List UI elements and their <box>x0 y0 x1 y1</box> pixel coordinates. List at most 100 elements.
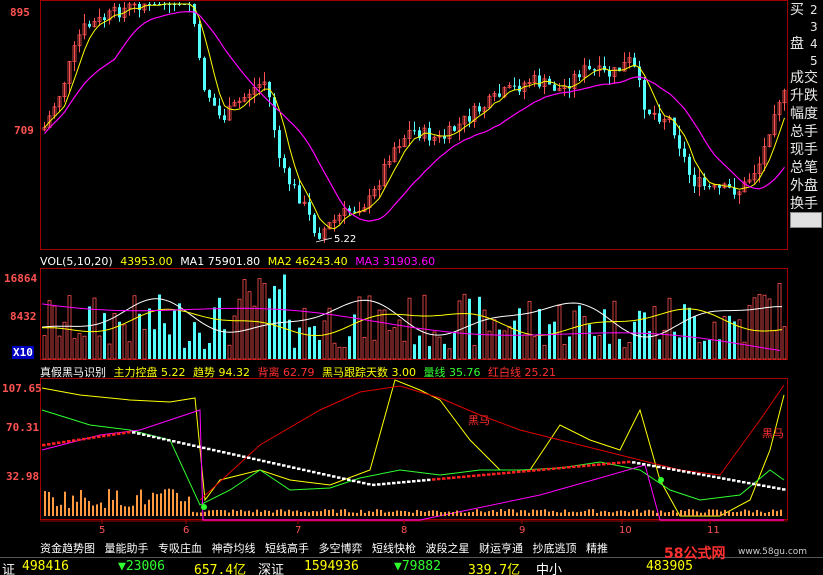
rw-segment-10 <box>92 436 96 439</box>
rw-segment-31 <box>197 445 201 449</box>
volume-bar-62 <box>353 314 356 359</box>
indicator-volume-line <box>41 409 785 506</box>
bottom-bar-74 <box>340 509 342 516</box>
rw-segment-33 <box>207 447 211 451</box>
bottom-bar-64 <box>300 511 302 516</box>
rw-segment-144 <box>762 484 766 488</box>
bottom-bar-124 <box>540 510 542 516</box>
volume-bar-45 <box>268 298 271 359</box>
menu-bull-bear[interactable]: 多空博弈 <box>319 540 363 556</box>
rw-segment-76 <box>422 479 426 482</box>
menu-volume-helper[interactable]: 量能助手 <box>105 540 149 556</box>
menu-fortune[interactable]: 财运亨通 <box>479 540 523 556</box>
volume-bar-65 <box>367 295 372 360</box>
bottom-bar-165 <box>704 512 706 516</box>
rw-segment-66 <box>372 483 376 487</box>
rw-segment-29 <box>187 443 191 446</box>
volume-bar-38 <box>232 315 237 360</box>
volume-bar-14 <box>112 313 117 360</box>
rp-scroll-button[interactable] <box>790 212 822 228</box>
candle-body-48 <box>283 158 286 169</box>
rw-segment-83 <box>457 475 461 479</box>
rw-segment-148 <box>782 488 786 491</box>
bottom-bar-170 <box>724 509 726 516</box>
bottom-bar-126 <box>548 511 550 516</box>
rw-segment-41 <box>247 456 251 460</box>
rw-segment-23 <box>157 436 161 440</box>
bottom-bar-103 <box>456 510 458 516</box>
bottom-bar-142 <box>612 512 614 516</box>
price-ma-long-line <box>44 10 785 222</box>
bottom-bar-2 <box>52 497 54 516</box>
volume-bar-6 <box>72 338 77 360</box>
volume-bar-58 <box>332 342 337 360</box>
bottom-bar-51 <box>248 510 250 516</box>
menu-short-master[interactable]: 短线高手 <box>265 540 309 556</box>
volume-bar-105 <box>568 336 571 359</box>
menu-bottom-top[interactable]: 抄底逃顶 <box>533 540 577 556</box>
bottom-bar-134 <box>580 511 582 516</box>
volume-bar-25 <box>168 334 171 359</box>
rw-segment-111 <box>597 463 601 466</box>
rw-segment-91 <box>497 472 501 475</box>
bottom-bar-171 <box>728 511 730 516</box>
volume-bar-106 <box>572 310 577 360</box>
bottom-bar-34 <box>180 501 182 516</box>
candle-body-94 <box>513 85 516 87</box>
menu-capital-trend[interactable]: 资金趋势图 <box>40 540 95 556</box>
rw-segment-78 <box>432 478 436 481</box>
bottom-bar-121 <box>528 512 530 516</box>
rw-segment-37 <box>227 452 231 455</box>
rw-segment-4 <box>62 440 66 444</box>
rw-segment-131 <box>697 472 701 476</box>
volume-bar-12 <box>103 313 106 359</box>
menu-zhuang-absorb[interactable]: 专吸庄血 <box>158 540 202 556</box>
volume-bar-24 <box>163 323 166 359</box>
bottom-bar-60 <box>284 511 286 516</box>
menu-featured[interactable]: 精推 <box>586 540 608 556</box>
bottom-bar-95 <box>424 512 426 516</box>
rw-segment-120 <box>642 462 646 466</box>
rw-segment-49 <box>287 465 291 468</box>
bottom-bar-86 <box>388 511 390 516</box>
volume-bar-10 <box>92 297 97 360</box>
rp-current-lots: 现手 <box>790 142 818 158</box>
bottom-bar-162 <box>692 509 694 516</box>
candle-body-53 <box>308 202 311 215</box>
bottom-bar-138 <box>596 512 598 516</box>
volume-bar-94 <box>513 320 516 359</box>
bottom-bar-109 <box>480 511 482 516</box>
bottom-bar-47 <box>232 509 234 516</box>
candle-body-9 <box>88 23 91 27</box>
menu-magic-ma[interactable]: 神奇均线 <box>212 540 256 556</box>
bottom-bar-163 <box>696 511 698 516</box>
volume-bar-138 <box>733 321 736 359</box>
bottom-bar-54 <box>260 511 262 516</box>
volume-bar-98 <box>532 336 537 360</box>
bottom-bar-48 <box>236 510 238 516</box>
volume-bar-87 <box>478 296 481 359</box>
menu-short-gun[interactable]: 短线快枪 <box>372 540 416 556</box>
bottom-bar-1 <box>48 491 50 516</box>
menu-wave-star[interactable]: 波段之星 <box>426 540 470 556</box>
volume-bar-101 <box>548 324 551 359</box>
bottom-bar-93 <box>416 509 418 516</box>
rw-segment-141 <box>747 481 751 485</box>
bottom-bar-7 <box>72 495 74 516</box>
bottom-bar-127 <box>552 510 554 516</box>
rw-segment-69 <box>387 482 391 485</box>
volume-bar-19 <box>138 313 141 359</box>
status-sh-amount: 657.4亿 <box>194 563 247 575</box>
rw-segment-3 <box>57 441 61 445</box>
rw-segment-98 <box>532 469 536 472</box>
bottom-bar-57 <box>272 512 274 516</box>
signal-dot-left <box>201 504 207 510</box>
volume-bar-121 <box>648 331 651 359</box>
rw-segment-99 <box>537 468 541 472</box>
rw-segment-27 <box>177 441 181 444</box>
candle-body-82 <box>453 126 456 131</box>
volume-bar-51 <box>298 327 301 359</box>
bottom-bar-113 <box>496 511 498 516</box>
bottom-bar-132 <box>572 511 574 516</box>
bottom-bar-131 <box>568 512 570 516</box>
